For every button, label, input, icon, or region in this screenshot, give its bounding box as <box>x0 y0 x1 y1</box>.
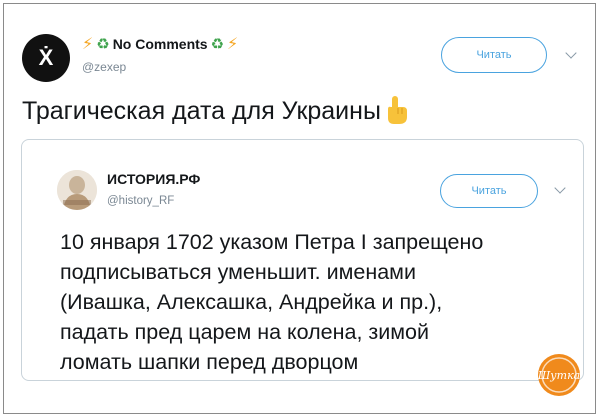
quoted-text-line: падать пред царем на колена, зимой <box>60 320 430 344</box>
quoted-text-line: подписываться уменьшит. именами <box>60 260 416 284</box>
portrait-icon <box>57 170 97 210</box>
tweet-text: Трагическая дата для Украины <box>22 95 409 126</box>
quoted-text-line: 10 января 1702 указом Петра I запрещено <box>60 230 484 254</box>
user-handle[interactable]: @zexep <box>82 60 126 74</box>
display-name[interactable]: ⚡ ♻ No Comments ♻ ⚡ <box>82 34 238 54</box>
quoted-text: 10 января 1702 указом Петра I запрещено … <box>60 227 560 377</box>
lightning-icon: ⚡ <box>227 36 239 53</box>
quoted-follow-button[interactable]: Читать <box>440 174 538 208</box>
quoted-avatar[interactable] <box>57 170 97 210</box>
quoted-display-name[interactable]: ИСТОРИЯ.РФ <box>107 171 200 187</box>
watermark-logo: Шутка <box>537 354 581 396</box>
quoted-text-line: ломать шапки перед дворцом <box>60 350 359 374</box>
svg-text:Шутка: Шутка <box>537 369 581 382</box>
display-name-label: No Comments <box>112 36 208 52</box>
quoted-handle[interactable]: @history_RF <box>107 195 174 207</box>
lightning-icon: ⚡ <box>82 36 94 53</box>
tweet-text-label: Трагическая дата для Украины <box>22 97 381 125</box>
pointing-up-hand-icon <box>387 96 407 124</box>
follow-button[interactable]: Читать <box>441 37 547 73</box>
recycle-icon: ♻ <box>210 36 225 53</box>
recycle-icon: ♻ <box>96 36 110 53</box>
avatar[interactable]: Ẋ <box>22 34 70 82</box>
quoted-text-line: (Ивашка, Алексашка, Андрейка и пр.), <box>60 290 443 314</box>
